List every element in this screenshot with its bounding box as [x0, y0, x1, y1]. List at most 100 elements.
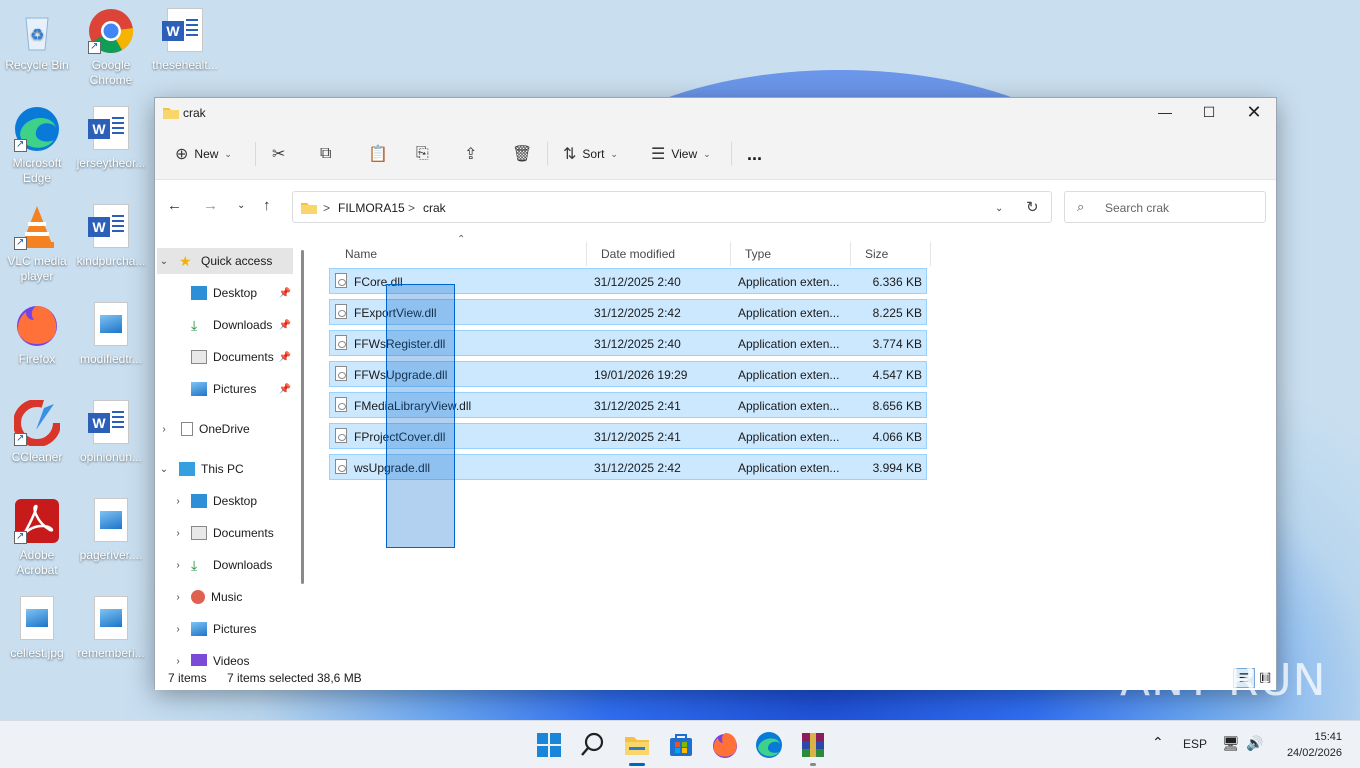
- acrobat-icon: [14, 498, 60, 544]
- desktop-icon-opinionun[interactable]: W opinionun...: [74, 400, 148, 465]
- back-arrow-icon[interactable]: ←: [167, 197, 182, 214]
- file-date: 19/01/2026 19:29: [594, 368, 688, 382]
- nav-onedrive[interactable]: › OneDrive: [157, 416, 293, 442]
- start-button[interactable]: [535, 731, 563, 759]
- share-button[interactable]: ⇪: [464, 138, 477, 170]
- input-language[interactable]: ESP: [1183, 737, 1207, 751]
- clipboard-icon: 📋: [368, 146, 388, 163]
- sort-icon: ⇅: [563, 146, 577, 163]
- column-header-type[interactable]: Type: [731, 242, 851, 266]
- nav-this-pc[interactable]: ⌄ This PC: [157, 456, 293, 482]
- breadcrumb-crak[interactable]: crak: [423, 201, 446, 215]
- nav-qa-downloads[interactable]: ⤓ Downloads 📌: [157, 312, 293, 338]
- desktop-icon-acrobat[interactable]: Adobe Acrobat: [0, 498, 74, 578]
- taskbar-winrar[interactable]: [799, 731, 827, 766]
- show-hidden-icons-chevron-icon[interactable]: ⌃: [1152, 734, 1164, 751]
- file-type: Application exten...: [738, 306, 840, 320]
- breadcrumb-filmora15[interactable]: FILMORA15: [338, 201, 405, 215]
- paste-button[interactable]: 📋: [368, 138, 388, 170]
- search-button[interactable]: [579, 731, 607, 759]
- file-size: 8.225 KB: [872, 306, 922, 320]
- desktop-folder-icon: [191, 494, 207, 508]
- file-size: 8.656 KB: [872, 399, 922, 413]
- nav-pc-desktop[interactable]: › Desktop: [157, 488, 293, 514]
- taskbar-firefox[interactable]: [711, 731, 739, 759]
- dll-file-icon: [335, 304, 347, 319]
- more-options-button[interactable]: ...: [747, 138, 762, 170]
- minimize-button[interactable]: —: [1142, 98, 1188, 128]
- running-indicator: [810, 763, 816, 766]
- desktop-icon-recycle-bin[interactable]: ♻ Recycle Bin: [0, 8, 74, 73]
- desktop-icon-ccleaner[interactable]: CCleaner: [0, 399, 74, 465]
- chevron-right-icon: ›: [176, 495, 180, 507]
- rename-button[interactable]: ⎘: [416, 138, 429, 170]
- clock-date: 24/02/2026: [1286, 747, 1342, 759]
- nav-pc-documents[interactable]: › Documents: [157, 520, 293, 546]
- new-button[interactable]: ⊕ New ⌄: [175, 138, 232, 170]
- desktop-icon-modifiedtr[interactable]: modifiedtr...: [74, 302, 148, 367]
- shortcut-arrow-icon: [14, 235, 27, 250]
- status-bar: 7 items 7 items selected 38,6 MB ☰ ▣: [155, 666, 1276, 690]
- clock[interactable]: 15:41 24/02/2026: [1287, 729, 1342, 761]
- shortcut-arrow-icon: [88, 39, 101, 54]
- desktop-icon-thesehealt[interactable]: W thesehealt...: [148, 8, 222, 73]
- nav-qa-desktop[interactable]: Desktop 📌: [157, 280, 293, 306]
- recent-locations-chevron-icon[interactable]: ⌄: [237, 200, 245, 211]
- taskbar: ⌃ ESP 🖥 🔊 15:41 24/02/2026: [0, 720, 1360, 768]
- view-button[interactable]: ☰ View ⌄: [651, 138, 711, 170]
- nav-pc-pictures[interactable]: › Pictures: [157, 616, 293, 642]
- column-header-size[interactable]: Size: [851, 242, 931, 266]
- windows-logo-icon: [537, 733, 561, 757]
- taskbar-store[interactable]: [667, 731, 695, 759]
- scissors-icon: ✂: [272, 146, 286, 163]
- ccleaner-icon: [13, 399, 61, 447]
- edge-icon: [14, 106, 60, 152]
- desktop-icon-rememberi[interactable]: rememberi...: [74, 596, 148, 661]
- file-type: Application exten...: [738, 275, 840, 289]
- address-bar[interactable]: > FILMORA15 > crak ⌄ ↻: [292, 191, 1052, 223]
- pictures-icon: [191, 622, 207, 636]
- column-header-date[interactable]: Date modified: [587, 242, 731, 266]
- up-arrow-icon[interactable]: ↑: [263, 197, 271, 214]
- nav-pc-videos[interactable]: › Videos: [157, 648, 293, 666]
- desktop-icon-kindpurcha[interactable]: W kindpurcha...: [74, 204, 148, 269]
- search-input[interactable]: ⌕ Search crak: [1064, 191, 1266, 223]
- trash-icon: 🗑: [512, 146, 533, 163]
- taskbar-file-explorer[interactable]: [623, 731, 651, 766]
- close-button[interactable]: ✕: [1231, 98, 1277, 128]
- file-size: 6.336 KB: [872, 275, 922, 289]
- maximize-button[interactable]: ☐: [1186, 98, 1232, 128]
- desktop-icon-cellest[interactable]: cellest.jpg: [0, 596, 74, 661]
- cut-button[interactable]: ✂: [272, 138, 285, 170]
- taskbar-edge[interactable]: [755, 731, 783, 759]
- toolbar-divider: [547, 142, 548, 166]
- image-file-icon: [14, 596, 60, 642]
- desktop-icon-firefox[interactable]: Firefox: [0, 302, 74, 367]
- desktop-icon-edge[interactable]: Microsoft Edge: [0, 106, 74, 186]
- sort-button[interactable]: ⇅ Sort ⌄: [563, 138, 618, 170]
- nav-qa-documents[interactable]: Documents 📌: [157, 344, 293, 370]
- address-row: ← → ⌄ ↑ > FILMORA15 > crak ⌄ ↻ ⌕ Search …: [155, 180, 1276, 232]
- refresh-icon[interactable]: ↻: [1026, 198, 1039, 216]
- title-bar[interactable]: crak — ☐ ✕: [155, 98, 1276, 128]
- nav-quick-access[interactable]: ⌄ ★ Quick access: [157, 248, 293, 274]
- chevron-down-icon: ⌄: [159, 255, 169, 267]
- nav-pc-music[interactable]: › Music: [157, 584, 293, 610]
- nav-scrollbar[interactable]: [301, 250, 304, 584]
- nav-pc-downloads[interactable]: › ⤓ Downloads: [157, 552, 293, 578]
- desktop-icon-pageriver[interactable]: pageriver....: [74, 498, 148, 563]
- column-header-name[interactable]: Name: [331, 242, 587, 266]
- desktop-icon-jerseytheor[interactable]: W jerseytheor...: [74, 106, 148, 171]
- delete-button[interactable]: 🗑: [512, 138, 532, 170]
- desktop-icon-vlc[interactable]: VLC media player: [0, 204, 74, 284]
- volume-icon[interactable]: 🔊: [1246, 735, 1263, 752]
- network-icon[interactable]: 🖥: [1222, 735, 1240, 752]
- copy-button[interactable]: ⧉: [320, 138, 331, 170]
- file-explorer-icon: [625, 737, 649, 755]
- dll-file-icon: [335, 459, 347, 474]
- nav-qa-pictures[interactable]: Pictures 📌: [157, 376, 293, 402]
- search-icon: ⌕: [1077, 199, 1085, 214]
- desktop-icon-chrome[interactable]: Google Chrome: [74, 8, 148, 88]
- forward-arrow-icon[interactable]: →: [203, 197, 218, 214]
- address-dropdown-chevron-icon[interactable]: ⌄: [995, 203, 1003, 214]
